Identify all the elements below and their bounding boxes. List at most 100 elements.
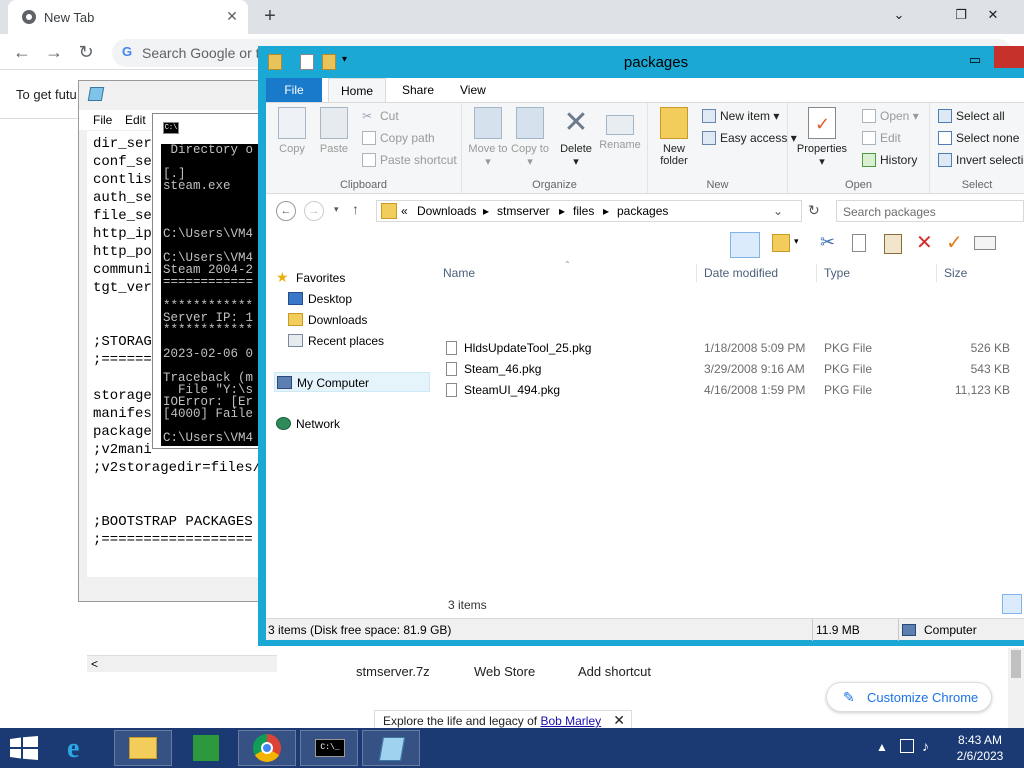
system-clock[interactable]: 8:43 AM 2/6/2023	[940, 732, 1020, 764]
copy-button[interactable]: Copy	[270, 107, 314, 155]
cmd-taskbar-icon[interactable]: C:\_	[300, 730, 358, 766]
up-icon[interactable]: ↑	[352, 201, 359, 217]
tab-home[interactable]: Home	[328, 78, 387, 102]
new-item-button[interactable]: New item ▾	[700, 107, 779, 125]
edit-button[interactable]: Edit	[860, 129, 901, 147]
chrome-taskbar-icon[interactable]	[238, 730, 296, 766]
store-icon[interactable]	[176, 730, 234, 766]
nav-favorites[interactable]: ★ Favorites	[274, 268, 345, 288]
chevron-down-icon[interactable]: ⌄	[773, 204, 783, 218]
delete-icon[interactable]: ✕	[916, 230, 933, 255]
copy-to-button[interactable]: Copy to ▾	[508, 107, 552, 168]
windows-start-icon[interactable]	[10, 736, 38, 760]
crumb-separator[interactable]: ▸	[559, 204, 565, 218]
tab-new-tab[interactable]: New Tab ✕	[8, 0, 248, 34]
new-folder-button[interactable]: New folder	[652, 107, 696, 167]
shortcut-web-store[interactable]: Web Store	[474, 664, 535, 679]
menu-file[interactable]: File	[93, 113, 112, 127]
refresh-icon[interactable]: ↻	[808, 202, 820, 219]
column-separator[interactable]	[696, 264, 697, 282]
nav-recent-places[interactable]: Recent places	[286, 331, 384, 351]
new-tab-button[interactable]: +	[258, 5, 282, 29]
address-bar[interactable]: « Downloads ▸ stmserver ▸ files ▸ packag…	[376, 200, 802, 222]
show-hidden-icons[interactable]: ▲	[876, 740, 888, 754]
column-date-modified[interactable]: Date modified	[704, 266, 778, 280]
paste-button[interactable]: Paste	[312, 107, 356, 155]
properties-check-icon[interactable]: ✓	[946, 230, 963, 255]
cut-button[interactable]: ✂ Cut	[360, 107, 399, 125]
open-button[interactable]: Open ▾	[860, 107, 919, 125]
file-row[interactable]: HldsUpdateTool_25.pkg 1/18/2008 5:09 PM …	[434, 338, 1024, 358]
back-icon[interactable]: ←	[10, 40, 34, 64]
details-view-icon[interactable]	[1002, 594, 1022, 614]
nav-network[interactable]: Network	[274, 414, 340, 434]
tab-close-icon[interactable]: ✕	[224, 8, 240, 24]
properties-button[interactable]: ✓ Properties ▾	[794, 107, 850, 168]
easy-access-button[interactable]: Easy access ▾	[700, 129, 797, 147]
invert-selection-button[interactable]: Invert selectio	[936, 151, 1024, 169]
crumb-separator[interactable]: ▸	[603, 204, 609, 218]
ie-icon[interactable]: e	[52, 730, 110, 766]
notepad-hscroll[interactable]: <	[87, 655, 277, 672]
crumb-files[interactable]: files	[573, 204, 594, 218]
folder-options-icon[interactable]	[772, 234, 790, 252]
close-window-button[interactable]	[994, 46, 1024, 68]
tab-share[interactable]: Share	[390, 78, 446, 102]
file-row[interactable]: Steam_46.pkg 3/29/2008 9:16 AM PKG File …	[434, 359, 1024, 379]
column-type[interactable]: Type	[824, 266, 850, 280]
forward-icon[interactable]: →	[304, 201, 324, 221]
tab-view[interactable]: View	[448, 78, 498, 102]
forward-icon[interactable]: →	[42, 40, 66, 64]
tab-file[interactable]: File	[266, 78, 322, 102]
delete-dropdown-icon[interactable]: ▾	[573, 156, 579, 168]
volume-icon[interactable]: ♪	[922, 738, 929, 754]
column-separator[interactable]	[816, 264, 817, 282]
rename-icon[interactable]	[974, 236, 996, 250]
dropdown-icon[interactable]: ▾	[794, 236, 799, 247]
paste-icon[interactable]	[884, 234, 902, 254]
history-button[interactable]: History	[860, 151, 917, 169]
nav-desktop[interactable]: Desktop	[286, 289, 352, 309]
search-input[interactable]	[843, 204, 1013, 219]
cut-icon[interactable]: ✂	[820, 232, 835, 253]
address-overflow[interactable]: «	[401, 204, 408, 218]
column-separator[interactable]	[936, 264, 937, 282]
shortcut-stmserver[interactable]: stmserver.7z	[356, 664, 430, 679]
column-size[interactable]: Size	[944, 266, 967, 280]
copy-path-button[interactable]: Copy path	[360, 129, 435, 147]
move-to-button[interactable]: Move to ▾	[466, 107, 510, 168]
back-icon[interactable]: ←	[276, 201, 296, 221]
crumb-stmserver[interactable]: stmserver	[497, 204, 550, 218]
select-none-button[interactable]: Select none	[936, 129, 1019, 147]
scrollbar-thumb[interactable]	[1011, 650, 1021, 678]
file-explorer-taskbar-icon[interactable]	[114, 730, 172, 766]
notepad-taskbar-icon[interactable]	[362, 730, 420, 766]
shortcut-add[interactable]: Add shortcut	[578, 664, 651, 679]
delete-button[interactable]: ✕ Delete ▾	[554, 107, 598, 169]
nav-downloads[interactable]: Downloads	[286, 310, 367, 330]
minimize-icon[interactable]: ▭	[962, 52, 988, 70]
recent-locations-icon[interactable]: ▾	[334, 204, 339, 215]
page-scrollbar[interactable]	[1008, 648, 1024, 728]
nav-my-computer[interactable]: My Computer	[274, 372, 430, 392]
properties-dropdown-icon[interactable]: ▾	[819, 156, 825, 168]
crumb-separator[interactable]: ▸	[483, 204, 489, 218]
attribution-close-icon[interactable]: ✕	[613, 712, 625, 729]
console-output[interactable]: Directory o [.] steam.exe C:\Users\VM4 C:…	[161, 144, 273, 446]
menu-edit[interactable]: Edit	[125, 113, 146, 127]
attribution-link[interactable]: Bob Marley	[540, 714, 601, 728]
rename-button[interactable]: Rename	[598, 107, 642, 151]
paste-shortcut-button[interactable]: Paste shortcut	[360, 151, 457, 169]
close-icon[interactable]: ✕	[978, 2, 1008, 28]
file-row[interactable]: SteamUI_494.pkg 4/16/2008 1:59 PM PKG Fi…	[434, 380, 1024, 400]
crumb-downloads[interactable]: Downloads	[417, 204, 476, 218]
customize-chrome-button[interactable]: ✎ Customize Chrome	[826, 682, 992, 712]
crumb-packages[interactable]: packages	[617, 204, 668, 218]
search-box[interactable]	[836, 200, 1024, 222]
restore-icon[interactable]: ❐	[946, 2, 976, 28]
preview-pane-icon[interactable]	[730, 232, 760, 258]
chevron-down-icon[interactable]: ⌄	[884, 2, 914, 28]
column-name[interactable]: Name	[443, 266, 475, 280]
select-all-button[interactable]: Select all	[936, 107, 1005, 125]
copy-icon[interactable]	[852, 234, 866, 252]
